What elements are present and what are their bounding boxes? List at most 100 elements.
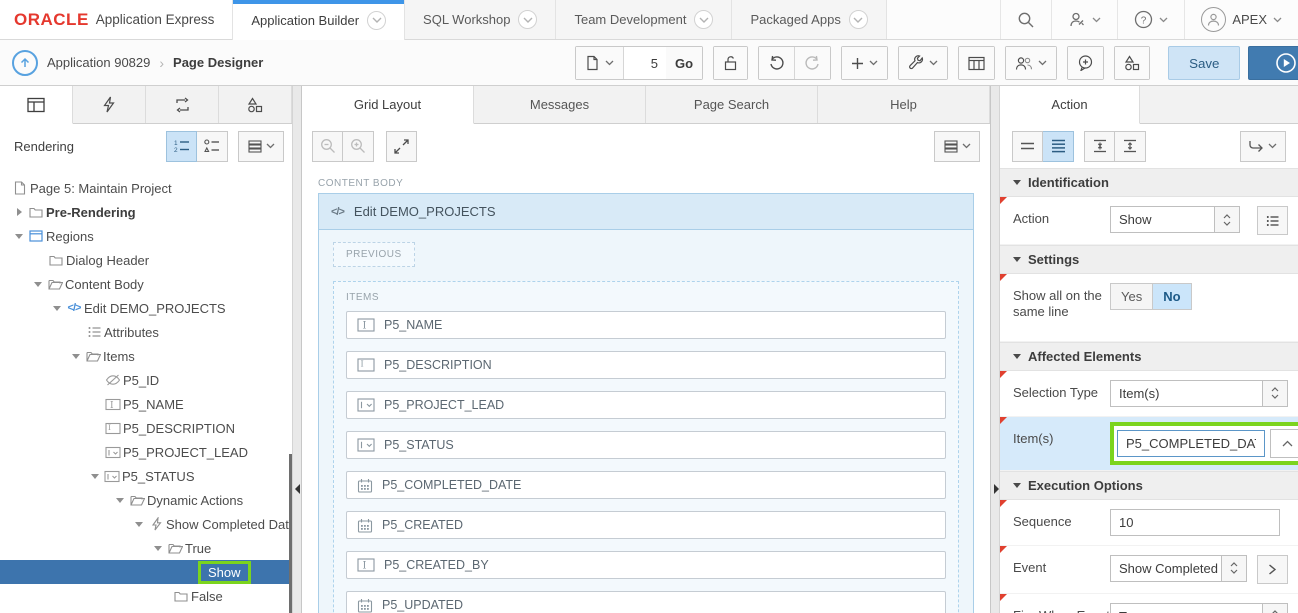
expander-icon[interactable] [12,208,26,216]
go-to-event-button[interactable] [1257,555,1288,584]
tab-processing[interactable] [146,86,219,123]
section-affected-elements[interactable]: Affected Elements [1000,342,1298,371]
tree-node-regions[interactable]: Regions [0,224,292,248]
grid-item-p5-status[interactable]: P5_STATUS [346,431,946,459]
section-execution-options[interactable]: Execution Options [1000,471,1298,500]
tree-node-attributes[interactable]: Attributes [0,320,292,344]
action-select[interactable]: Show [1110,206,1215,233]
tab-team-development[interactable]: Team Development [556,0,732,39]
tab-dynamic-actions[interactable] [73,86,146,123]
tree-node-content-body[interactable]: Content Body [0,272,292,296]
grid-item-p5-created[interactable]: P5_CREATED [346,511,946,539]
collapse-left-icon[interactable] [295,484,300,494]
chevron-down-icon[interactable] [367,11,386,30]
grid-item-p5-created-by[interactable]: I P5_CREATED_BY [346,551,946,579]
expander-icon[interactable] [50,306,64,311]
feedback-icon[interactable] [1068,47,1103,79]
go-button[interactable]: Go [666,47,702,79]
tree-node-dynamic-actions[interactable]: Dynamic Actions [0,488,292,512]
chevron-down-icon[interactable] [518,10,537,29]
undo-button[interactable] [759,47,795,79]
tab-grid-layout[interactable]: Grid Layout [302,86,474,124]
expander-icon[interactable] [31,282,45,287]
spinner-icon[interactable] [1263,603,1288,613]
tree-node-p5-id[interactable]: P5_ID [0,368,292,392]
tree-menu-button[interactable] [238,131,284,162]
show-all-icon[interactable] [1043,131,1074,162]
search-button[interactable] [1000,0,1051,39]
spinner-icon[interactable] [1263,380,1288,407]
tab-action[interactable]: Action [1000,86,1140,124]
tab-shared-components[interactable] [219,86,292,123]
tab-sql-workshop[interactable]: SQL Workshop [405,0,556,39]
expander-icon[interactable] [132,522,146,527]
expander-icon[interactable] [69,354,83,359]
expander-icon[interactable] [12,234,26,239]
user-menu-button[interactable]: APEX [1184,0,1298,39]
no-button[interactable]: No [1153,283,1191,310]
tree-node-false[interactable]: False [0,584,292,608]
region-edit-demo-projects[interactable]: </> Edit DEMO_PROJECTS PREVIOUS ITEMS I … [318,193,974,613]
tree-node-p5-description[interactable]: I P5_DESCRIPTION [0,416,292,440]
previous-slot[interactable]: PREVIOUS [333,242,415,267]
zoom-in-icon[interactable] [343,131,374,162]
grid-item-p5-updated[interactable]: P5_UPDATED [346,591,946,613]
team-menu-button[interactable] [1006,47,1056,79]
sort-by-order-icon[interactable]: 12 [166,131,197,162]
expand-all-icon[interactable] [1115,131,1146,162]
left-splitter[interactable] [292,86,302,613]
tree-node-p5-status[interactable]: P5_STATUS [0,464,292,488]
tree-node-edit-demo-projects[interactable]: </> Edit DEMO_PROJECTS [0,296,292,320]
expander-icon[interactable] [113,498,127,503]
save-button[interactable]: Save [1168,46,1240,80]
event-select[interactable]: Show Completed Date [1110,555,1222,582]
collapse-right-icon[interactable] [994,484,999,494]
tree-node-show-selected[interactable]: Show [0,560,292,584]
zoom-out-icon[interactable] [312,131,343,162]
section-settings[interactable]: Settings [1000,245,1298,274]
tree-node-pre-rendering[interactable]: Pre-Rendering [0,200,292,224]
region-header[interactable]: </> Edit DEMO_PROJECTS [319,194,973,230]
grid-item-p5-name[interactable]: I P5_NAME [346,311,946,339]
up-level-icon[interactable] [12,50,38,76]
grid-item-p5-completed-date[interactable]: P5_COMPLETED_DATE [346,471,946,499]
page-number-input[interactable] [624,47,666,79]
tab-rendering[interactable] [0,86,73,124]
grid-menu-button[interactable] [934,131,980,162]
tree-node-true[interactable]: True [0,536,292,560]
expand-icon[interactable] [386,131,417,162]
spinner-icon[interactable] [1215,206,1240,233]
tab-help[interactable]: Help [818,86,990,123]
selection-type-select[interactable]: Item(s) [1110,380,1263,407]
breadcrumb-application[interactable]: Application 90829 [47,55,150,70]
create-menu-button[interactable] [842,47,887,79]
right-splitter[interactable] [990,86,1000,613]
tree-node-items[interactable]: Items [0,344,292,368]
action-list-button[interactable] [1257,206,1288,235]
tree-node-p5-name[interactable]: I P5_NAME [0,392,292,416]
chevron-down-icon[interactable] [694,10,713,29]
sort-by-type-icon[interactable] [197,131,228,162]
tree-node-dialog-header[interactable]: Dialog Header [0,248,292,272]
shared-components-icon[interactable] [1115,47,1149,79]
chevron-down-icon[interactable] [849,10,868,29]
sequence-input[interactable] [1110,509,1280,536]
go-to-group-button[interactable] [1240,131,1286,162]
section-identification[interactable]: Identification [1000,168,1298,197]
grid-item-p5-project-lead[interactable]: P5_PROJECT_LEAD [346,391,946,419]
show-common-icon[interactable] [1012,131,1043,162]
tree-node-p5-project-lead[interactable]: P5_PROJECT_LEAD [0,440,292,464]
chevron-up-button[interactable] [1270,429,1298,458]
admin-menu-button[interactable] [1051,0,1117,39]
tree-node-page[interactable]: Page 5: Maintain Project [0,176,292,200]
tree-node-show-completed-date[interactable]: Show Completed Date [0,512,292,536]
tab-packaged-apps[interactable]: Packaged Apps [732,0,886,39]
unlock-icon[interactable] [714,47,747,79]
grid-item-p5-description[interactable]: I P5_DESCRIPTION [346,351,946,379]
collapse-all-icon[interactable] [1084,131,1115,162]
redo-button[interactable] [795,47,830,79]
wrench-menu-button[interactable] [899,47,947,79]
page-select-button[interactable] [576,47,624,79]
fire-when-select[interactable]: True [1110,603,1263,613]
items-input[interactable] [1117,430,1265,457]
